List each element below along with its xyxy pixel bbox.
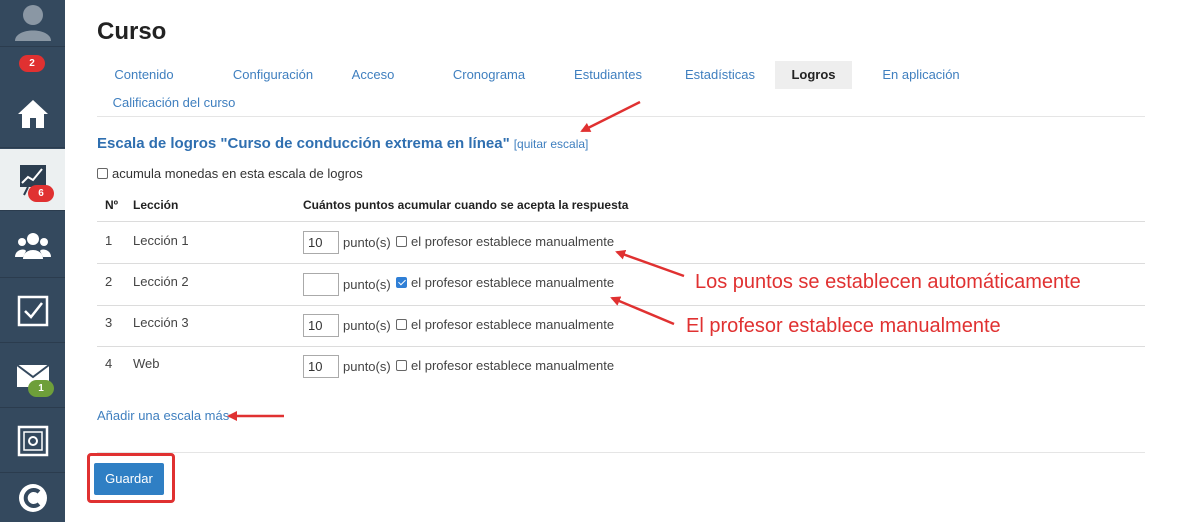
tab-estadisticas[interactable]: Estadísticas: [665, 61, 775, 89]
manual-option: el profesor establece manualmente: [396, 358, 614, 373]
points-unit: punto(s): [343, 359, 391, 374]
sidebar-badge-row: 2: [0, 47, 65, 72]
sidebar-item-home[interactable]: [0, 80, 65, 148]
col-header-points: Cuántos puntos acumular cuando se acepta…: [303, 198, 629, 212]
manual-label: el profesor establece manualmente: [411, 275, 615, 290]
row-num: 3: [105, 315, 113, 330]
main-content: Curso Contenido Configuración Acceso Cro…: [87, 0, 1145, 522]
row-num: 2: [105, 274, 113, 289]
sidebar-item-mail[interactable]: 1: [0, 344, 65, 408]
tab-calificacion[interactable]: Calificación del curso: [97, 89, 251, 117]
manual-label: el profesor establece manualmente: [411, 317, 615, 332]
tab-contenido[interactable]: Contenido: [97, 61, 191, 89]
home-icon: [17, 99, 48, 128]
scale-title: Escala de logros "Curso de conducción ex…: [97, 135, 510, 152]
points-input[interactable]: [303, 273, 339, 296]
points-input[interactable]: 10: [303, 355, 339, 378]
annotation-manual-points: El profesor establece manualmente: [686, 315, 1001, 337]
manual-checkbox[interactable]: [396, 236, 407, 247]
notification-badge: 2: [19, 55, 45, 72]
checklist-icon: [17, 295, 48, 326]
tab-en-aplicacion[interactable]: En aplicación: [871, 61, 971, 89]
annotation-auto-points: Los puntos se establecen automáticamente: [695, 271, 1081, 293]
user-avatar-icon: [14, 5, 51, 41]
manual-label: el profesor establece manualmente: [411, 234, 615, 249]
row-lesson: Lección 3: [133, 315, 189, 330]
sidebar-item-reports[interactable]: 6: [0, 149, 65, 211]
add-scale-link[interactable]: Añadir una escala más: [97, 408, 229, 423]
tab-configuracion[interactable]: Configuración: [209, 61, 337, 89]
manual-checkbox[interactable]: [396, 319, 407, 330]
tab-logros[interactable]: Logros: [775, 61, 852, 89]
row-num: 1: [105, 233, 113, 248]
manual-option: el profesor establece manualmente: [396, 317, 614, 332]
scale-heading: Escala de logros "Curso de conducción ex…: [97, 135, 588, 152]
row-lesson: Lección 2: [133, 274, 189, 289]
manual-checkbox[interactable]: [396, 277, 407, 288]
manual-label: el profesor establece manualmente: [411, 358, 615, 373]
points-input[interactable]: 10: [303, 231, 339, 254]
reports-badge: 6: [28, 185, 54, 202]
tab-estudiantes[interactable]: Estudiantes: [553, 61, 663, 89]
tabs-divider: [97, 116, 1145, 117]
points-unit: punto(s): [343, 235, 391, 250]
col-header-lesson: Lección: [133, 198, 179, 212]
sidebar-item-users[interactable]: [0, 212, 65, 278]
sidebar-item-tasks[interactable]: [0, 279, 65, 343]
points-unit: punto(s): [343, 318, 391, 333]
table-divider: [97, 263, 1145, 264]
points-unit: punto(s): [343, 277, 391, 292]
sidebar: 2 6 1: [0, 0, 65, 522]
save-button[interactable]: Guardar: [94, 463, 164, 495]
table-divider: [97, 346, 1145, 347]
manual-option: el profesor establece manualmente: [396, 275, 614, 290]
bottom-divider: [97, 452, 1145, 453]
sidebar-item-logo[interactable]: [0, 474, 65, 522]
save-button-highlight: Guardar: [87, 453, 175, 503]
page-title: Curso: [97, 18, 167, 45]
row-num: 4: [105, 356, 113, 371]
row-lesson: Lección 1: [133, 233, 189, 248]
col-header-num: Nº: [105, 198, 119, 212]
manual-checkbox[interactable]: [396, 360, 407, 371]
row-lesson: Web: [133, 356, 160, 371]
manual-option: el profesor establece manualmente: [396, 234, 614, 249]
accumulate-checkbox[interactable]: [97, 168, 108, 179]
points-input[interactable]: 10: [303, 314, 339, 337]
accumulate-row: acumula monedas en esta escala de logros: [97, 166, 363, 181]
sidebar-item-storage[interactable]: [0, 409, 65, 473]
sidebar-avatar[interactable]: [0, 0, 65, 47]
mail-badge: 1: [28, 380, 54, 397]
safe-icon: [17, 425, 48, 456]
accumulate-label: acumula monedas en esta escala de logros: [112, 166, 363, 181]
users-icon: [14, 232, 51, 259]
tab-acceso[interactable]: Acceso: [341, 61, 405, 89]
remove-scale-link[interactable]: [quitar escala]: [514, 137, 589, 151]
table-divider: [97, 221, 1145, 222]
table-divider: [97, 305, 1145, 306]
logo-icon: [18, 484, 47, 512]
tab-cronograma[interactable]: Cronograma: [433, 61, 545, 89]
